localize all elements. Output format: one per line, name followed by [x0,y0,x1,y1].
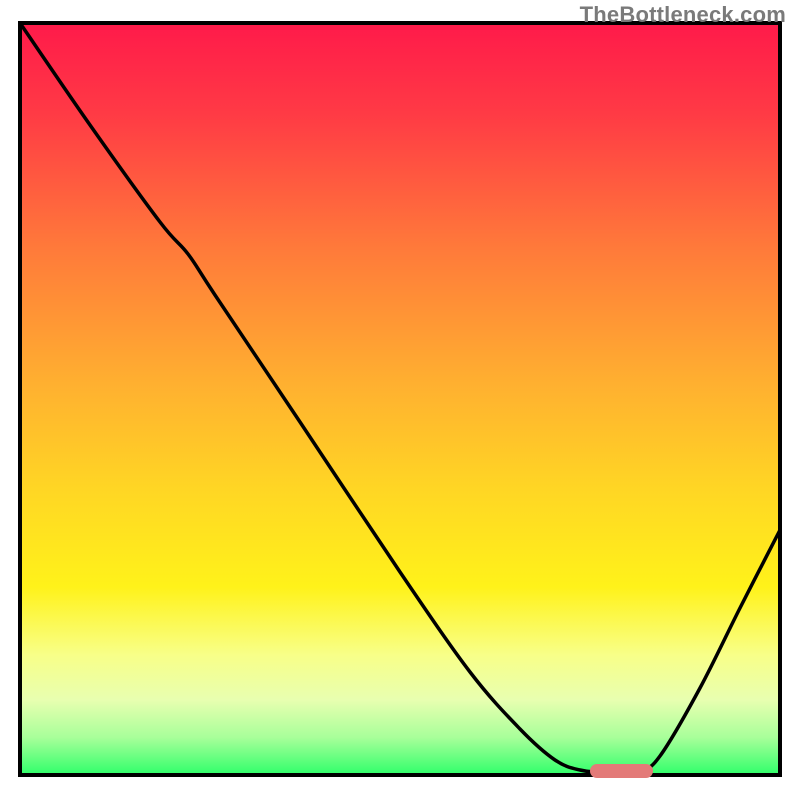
chart-svg [0,0,800,800]
plot-area [20,23,780,775]
watermark-text: TheBottleneck.com [580,2,786,28]
chart-container: TheBottleneck.com [0,0,800,800]
